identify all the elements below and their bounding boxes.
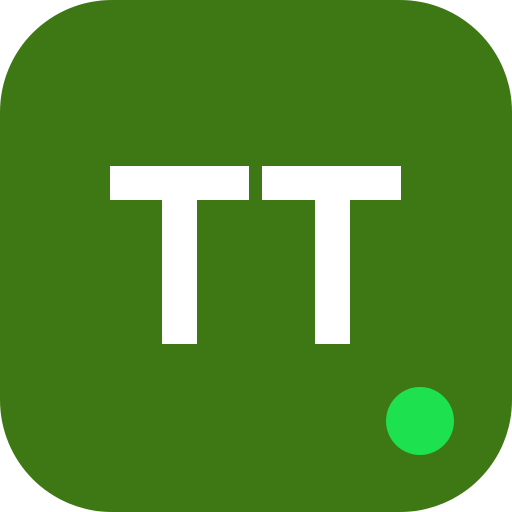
online-status-dot: [386, 387, 454, 455]
app-icon[interactable]: TT: [0, 0, 512, 512]
monogram-letter-t-right-stem: [315, 166, 350, 344]
monogram-letter-t-left-stem: [162, 166, 197, 344]
